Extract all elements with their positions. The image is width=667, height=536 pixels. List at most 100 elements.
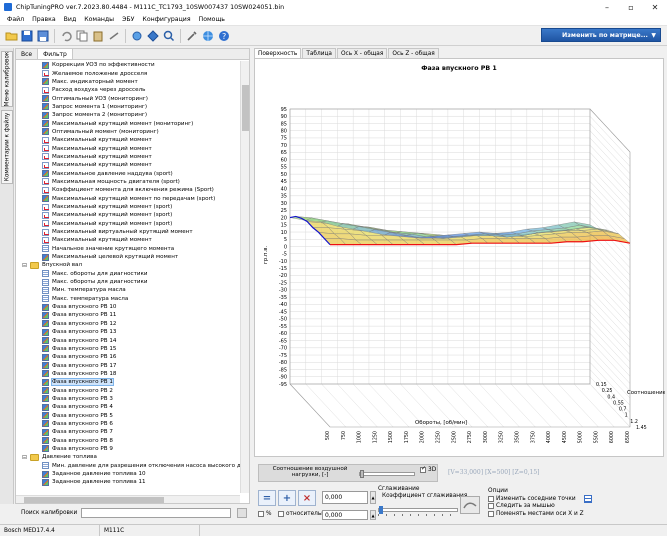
change-by-matrix-button[interactable]: Изменить по матрице... ▼ (541, 28, 661, 42)
tree-item[interactable]: Максимальный виртуальный крутящий момент (16, 228, 240, 236)
tree-item[interactable]: Максимальный крутящий момент (16, 236, 240, 244)
tree-item[interactable]: Фаза впускного РВ 4 (16, 403, 240, 411)
tree-item[interactable]: Фаза впускного РВ 6 (16, 420, 240, 428)
export-icon[interactable] (107, 29, 121, 43)
option-swap-axes[interactable]: Поменять местами оси X и Z (488, 511, 584, 517)
menu-file[interactable]: Файл (3, 16, 28, 23)
tree-folder[interactable]: ⊟ Впускной вал (16, 261, 240, 269)
tree-item[interactable]: Максимальный крутящий момент (sport) (16, 220, 240, 228)
add-button[interactable]: + (278, 490, 296, 506)
minimize-button[interactable]: – (595, 0, 619, 14)
tree-item[interactable]: Запрос момента 1 (мониторинг) (16, 103, 240, 111)
tree-item[interactable]: Фаза впускного РВ 15 (16, 345, 240, 353)
compare-icon[interactable] (130, 29, 144, 43)
option-follow-mouse[interactable]: Следить за мышью (488, 503, 555, 509)
tree-horizontal-scrollbar[interactable] (16, 495, 240, 503)
tree-item[interactable]: Максимальный крутящий момент (sport) (16, 211, 240, 219)
three-d-checkbox[interactable] (420, 465, 426, 473)
tree-item[interactable]: Максимальный целевой крутящий момент (16, 253, 240, 261)
tree-item[interactable]: Фаза впускного РВ 11 (16, 311, 240, 319)
tab-file-comments[interactable]: Комментарии к файлу (1, 110, 13, 184)
tree-item[interactable]: Фаза впускного РВ 18 (16, 370, 240, 378)
tab-surface[interactable]: Поверхность (254, 48, 302, 58)
tree-item[interactable]: Коэффициент момента для включения режима… (16, 186, 240, 194)
tree-item[interactable]: Макс. обороты для диагностики (16, 270, 240, 278)
percent-checkbox[interactable] (258, 511, 264, 517)
tree-item[interactable]: Фаза впускного РВ 1 (16, 378, 240, 387)
open-folder-icon[interactable] (4, 29, 18, 43)
tree-item[interactable]: Максимальное давление наддува (sport) (16, 169, 240, 178)
tab-all[interactable]: Все (16, 49, 39, 59)
surface-chart[interactable]: Фаза впускного РВ 1 95 90 85 80 75 70 65 60 55 50… (254, 58, 665, 457)
tree-item[interactable]: Максимальный крутящий момент по передача… (16, 195, 240, 203)
tree-item[interactable]: Начальное значение крутящего момента (16, 245, 240, 253)
tree-item[interactable]: Максимальный крутящий момент (мониторинг… (16, 119, 240, 128)
tree-item[interactable]: Мин. давление для разрешения отключения … (16, 462, 240, 470)
tree-item[interactable]: Заданное давление топлива 11 (16, 478, 240, 486)
follow-mouse-checkbox[interactable] (488, 503, 494, 509)
menu-ecu[interactable]: ЭБУ (118, 16, 138, 23)
search-clear-button[interactable] (237, 508, 248, 518)
tree-item[interactable]: Коррекция УОЗ по эффективности (16, 61, 240, 69)
tree-item[interactable]: Фаза впускного РВ 17 (16, 361, 240, 370)
checksum-icon[interactable] (146, 29, 160, 43)
tree-item[interactable]: Фаза впускного РВ 5 (16, 411, 240, 420)
slider-knob[interactable] (360, 470, 364, 478)
tools-icon[interactable] (185, 29, 199, 43)
tree-item[interactable]: Максимальный крутящий момент (16, 144, 240, 153)
tree-item[interactable]: Оптимальный момент (мониторинг) (16, 128, 240, 136)
tree-item[interactable]: Фаза впускного РВ 12 (16, 320, 240, 328)
tree-item[interactable]: Макс. индикаторный момент (16, 78, 240, 86)
search-input[interactable] (81, 508, 232, 518)
three-d-toggle[interactable]: 3D (420, 465, 436, 473)
tree-item[interactable]: Желаемое положение дросселя (16, 69, 240, 78)
menu-commands[interactable]: Команды (80, 16, 118, 23)
tree-item[interactable]: Максимальный крутящий момент (sport) (16, 203, 240, 211)
relative-value-input[interactable]: 0,000 (322, 510, 368, 520)
copy-icon[interactable] (75, 29, 89, 43)
tree-item[interactable]: Фаза впускного РВ 8 (16, 436, 240, 445)
tree-item[interactable]: Максимальный крутящий момент (16, 161, 240, 169)
swap-axes-checkbox[interactable] (488, 511, 494, 517)
tree-folder[interactable]: ⊟ Давление топлива (16, 453, 240, 461)
adjacent-points-checkbox[interactable] (488, 496, 494, 502)
menu-view[interactable]: Вид (60, 16, 81, 23)
tree-item[interactable]: Фаза впускного РВ 7 (16, 428, 240, 436)
collapse-icon[interactable]: ⊟ (22, 454, 28, 461)
tree-vertical-scrollbar[interactable] (240, 61, 249, 493)
save-icon[interactable] (20, 29, 34, 43)
tree-item[interactable]: Фаза впускного РВ 14 (16, 336, 240, 345)
menu-help[interactable]: Помощь (195, 16, 229, 23)
tree-item[interactable]: Заданное давление топлива 10 (16, 470, 240, 478)
tree-item[interactable]: Запрос момента 2 (мониторинг) (16, 111, 240, 119)
tree-item[interactable]: Макс. температура масла (16, 295, 240, 303)
tree-item[interactable]: Фаза впускного РВ 3 (16, 395, 240, 403)
tree-item[interactable]: Расход воздуха через дроссель (16, 86, 240, 94)
maximize-button[interactable]: ▫ (619, 0, 643, 14)
multiply-button[interactable]: × (298, 490, 316, 506)
value-input[interactable]: 0,000 (322, 491, 368, 504)
set-equal-button[interactable]: = (258, 490, 276, 506)
tab-table[interactable]: Таблица (302, 48, 336, 58)
scrollbar-thumb[interactable] (24, 497, 164, 503)
tree-item[interactable]: Максимальный крутящий момент (16, 136, 240, 144)
save-as-icon[interactable] (36, 29, 50, 43)
scrollbar-thumb[interactable] (242, 85, 249, 131)
tab-x-axis[interactable]: Ось X - общая (336, 48, 388, 58)
tree-item[interactable]: Фаза впускного РВ 2 (16, 386, 240, 395)
ratio-slider[interactable] (359, 470, 415, 478)
close-button[interactable]: ✕ (643, 0, 667, 14)
zoom-icon[interactable] (162, 29, 176, 43)
smoothing-slider[interactable] (378, 506, 458, 514)
tree-item[interactable]: Оптимальный УОЗ (мониторинг) (16, 94, 240, 103)
tree-item[interactable]: Макс. обороты для диагностики (16, 278, 240, 286)
menu-config[interactable]: Конфигурация (138, 16, 194, 23)
tree-item[interactable]: Фаза впускного РВ 10 (16, 303, 240, 311)
slider-knob[interactable] (379, 506, 383, 514)
tree-item[interactable]: Фаза впускного РВ 16 (16, 353, 240, 361)
undo-icon[interactable] (59, 29, 73, 43)
option-adjacent-points[interactable]: Изменить соседние точки (488, 495, 592, 503)
tree-item[interactable]: Мин. температура масла (16, 286, 240, 294)
paste-icon[interactable] (91, 29, 105, 43)
browser-icon[interactable] (201, 29, 215, 43)
